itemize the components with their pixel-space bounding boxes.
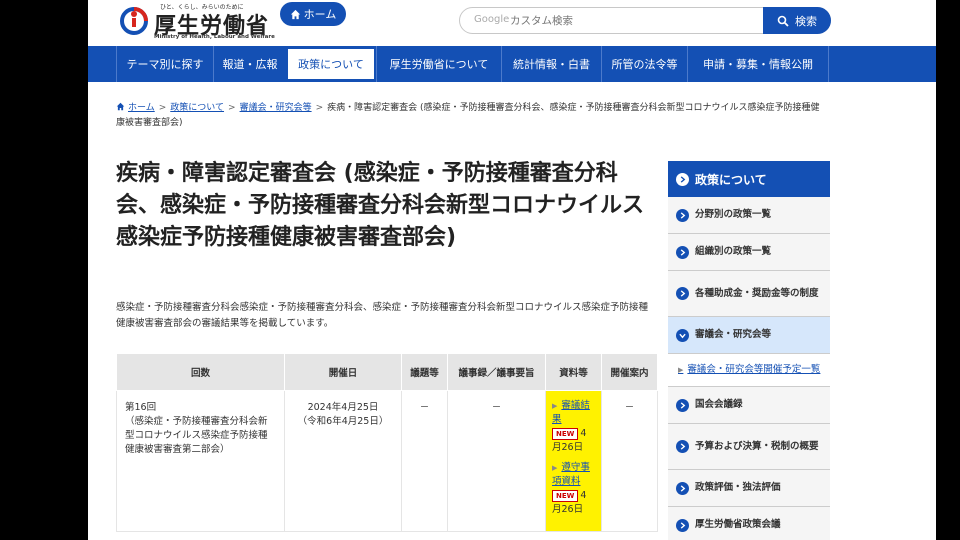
col-header-session: 回数 xyxy=(116,353,285,391)
col-header-agenda: 議題等 xyxy=(401,353,448,391)
nav-item-applications[interactable]: 申請・募集・情報公開 xyxy=(687,46,829,82)
meeting-date: 2024年4月25日 xyxy=(307,402,379,413)
chevron-right-icon xyxy=(676,398,689,412)
nav-item-theme[interactable]: テーマ別に探す xyxy=(116,46,213,82)
sidebar-heading[interactable]: 政策について xyxy=(668,161,830,197)
sidebar-item-label: 厚生労働省政策会議 xyxy=(695,519,781,530)
page-title: 疾病・障害認定審査会 (感染症・予防接種審査分科会、感染症・予防接種審査分科会新… xyxy=(116,161,645,250)
page-description: 感染症・予防接種審査分科会感染症・予防接種審査分科会、感染症・予防接種審査分科会… xyxy=(116,302,649,329)
search-icon xyxy=(777,15,789,27)
breadcrumb: ホーム > 政策について > 審議会・研究会等 > 疾病・障害認定審査会 (感染症・予防接種… xyxy=(116,101,828,131)
sidebar-item-label: 審議会・研究会等 xyxy=(695,329,772,340)
home-icon xyxy=(116,102,125,111)
site-logo[interactable]: ひと、くらし、みらいのために 厚生労働省 Ministry of Health,… xyxy=(118,2,275,42)
sidebar-item-subsidies[interactable]: 各種助成金・奨励金等の制度 xyxy=(668,271,830,317)
col-header-documents: 資料等 xyxy=(545,353,602,391)
chevron-right-icon xyxy=(676,440,689,453)
agenda-cell: － xyxy=(401,390,448,532)
breadcrumb-separator: > xyxy=(228,103,236,113)
home-button[interactable]: ホーム xyxy=(280,2,346,26)
sidebar-item-evaluation[interactable]: 政策評価・独法評価 xyxy=(668,470,830,507)
sidebar-item-budget[interactable]: 予算および決算・税制の概要 xyxy=(668,424,830,470)
new-badge: NEW xyxy=(552,490,579,502)
nav-item-about[interactable]: 厚生労働省について xyxy=(376,46,501,82)
sidebar-subitem-label: 審議会・研究会等開催予定一覧 xyxy=(687,364,821,375)
chevron-right-icon xyxy=(676,172,689,186)
notice-cell: － xyxy=(601,390,658,532)
home-icon xyxy=(290,9,300,19)
chevron-right-icon xyxy=(676,245,689,259)
sidebar-item-diet-minutes[interactable]: 国会会議録 xyxy=(668,387,830,424)
chevron-right-icon xyxy=(676,208,689,222)
search-button-label: 検索 xyxy=(795,14,817,28)
minutes-cell: － xyxy=(447,390,546,532)
sidebar-item-label: 分野別の政策一覧 xyxy=(695,209,772,220)
chevron-right-icon xyxy=(676,287,689,300)
breadcrumb-policy-link[interactable]: 政策について xyxy=(170,103,224,113)
sidebar-item-org-policies[interactable]: 組織別の政策一覧 xyxy=(668,234,830,271)
nav-item-laws[interactable]: 所管の法令等 xyxy=(601,46,687,82)
table-header-row: 回数 開催日 議題等 議事録／議事要旨 資料等 開催案内 xyxy=(116,353,658,391)
sidebar-item-label: 各種助成金・奨励金等の制度 xyxy=(695,287,819,299)
sidebar-item-field-policies[interactable]: 分野別の政策一覧 xyxy=(668,197,830,234)
search-button[interactable]: 検索 xyxy=(763,7,831,34)
sidebar-item-label: 予算および決算・税制の概要 xyxy=(695,440,819,452)
sidebar-item-policy-meeting[interactable]: 厚生労働省政策会議 xyxy=(668,507,830,540)
doc-link-result[interactable]: 審議結果 xyxy=(552,400,590,425)
breadcrumb-separator: > xyxy=(315,103,324,113)
sidebar-item-label: 国会会議録 xyxy=(695,399,743,410)
chevron-down-icon xyxy=(676,328,689,342)
google-brand-label: Google xyxy=(474,14,510,25)
sidebar-heading-label: 政策について xyxy=(695,172,767,187)
arrow-icon: ▶ xyxy=(552,464,558,472)
date-cell: 2024年4月25日 （令和6年4月25日） xyxy=(284,390,402,532)
col-header-date: 開催日 xyxy=(284,353,402,391)
browser-viewport: ひと、くらし、みらいのために 厚生労働省 Ministry of Health,… xyxy=(88,0,936,540)
arrow-icon: ▶ xyxy=(552,402,558,410)
home-button-label: ホーム xyxy=(303,8,337,21)
breadcrumb-separator: > xyxy=(158,103,167,113)
table-row: 第16回 （感染症・予防接種審査分科会新型コロナウイルス感染症予防接種健康被害審… xyxy=(116,390,658,532)
doc-link-rules[interactable]: 遵守事項資料 xyxy=(552,462,590,487)
new-badge: NEW xyxy=(552,428,579,440)
sidebar-item-label: 組織別の政策一覧 xyxy=(695,246,772,257)
breadcrumb-council-link[interactable]: 審議会・研究会等 xyxy=(240,103,312,113)
sidebar: 政策について 分野別の政策一覧 組織別の政策一覧 各種助成金・奨励金等の制度 審… xyxy=(668,161,830,540)
sidebar-item-label: 政策評価・独法評価 xyxy=(695,482,781,493)
sidebar-subitem-schedule[interactable]: ▶ 審議会・研究会等開催予定一覧 xyxy=(668,354,830,387)
mhlw-logo-icon xyxy=(120,7,148,35)
global-nav: テーマ別に探す 報道・広報 政策について 厚生労働省について 統計情報・白書 所… xyxy=(88,46,936,82)
documents-cell: ▶ 審議結果 NEW 4月26日 ▶ 遵守事項資料 NEW 4月26日 xyxy=(545,390,602,532)
meeting-table: 回数 開催日 議題等 議事録／議事要旨 資料等 開催案内 第16回 （感染症・予… xyxy=(116,353,658,532)
nav-item-policy[interactable]: 政策について xyxy=(288,49,374,79)
session-number: 第16回 xyxy=(125,402,157,413)
session-note: （感染症・予防接種審査分科会新型コロナウイルス感染症予防接種健康被害審査第二部会… xyxy=(125,416,268,455)
doc-item: ▶ 審議結果 NEW 4月26日 xyxy=(552,399,595,455)
col-header-minutes: 議事録／議事要旨 xyxy=(447,353,546,391)
screen: ひと、くらし、みらいのために 厚生労働省 Ministry of Health,… xyxy=(0,0,960,540)
breadcrumb-home-link[interactable]: ホーム xyxy=(128,103,155,113)
chevron-right-icon xyxy=(676,481,689,495)
triangle-right-icon: ▶ xyxy=(678,366,684,374)
sidebar-item-councils[interactable]: 審議会・研究会等 xyxy=(668,317,830,354)
nav-item-statistics[interactable]: 統計情報・白書 xyxy=(501,46,601,82)
logo-english-name: Ministry of Health, Labour and Welfare xyxy=(154,34,275,40)
col-header-notice: 開催案内 xyxy=(601,353,658,391)
chevron-right-icon xyxy=(676,518,689,532)
search-input[interactable] xyxy=(510,13,710,29)
doc-item: ▶ 遵守事項資料 NEW 4月26日 xyxy=(552,461,595,517)
nav-item-press[interactable]: 報道・広報 xyxy=(213,46,286,82)
meeting-date-wareki: （令和6年4月25日） xyxy=(297,416,389,427)
session-cell: 第16回 （感染症・予防接種審査分科会新型コロナウイルス感染症予防接種健康被害審… xyxy=(116,390,285,532)
